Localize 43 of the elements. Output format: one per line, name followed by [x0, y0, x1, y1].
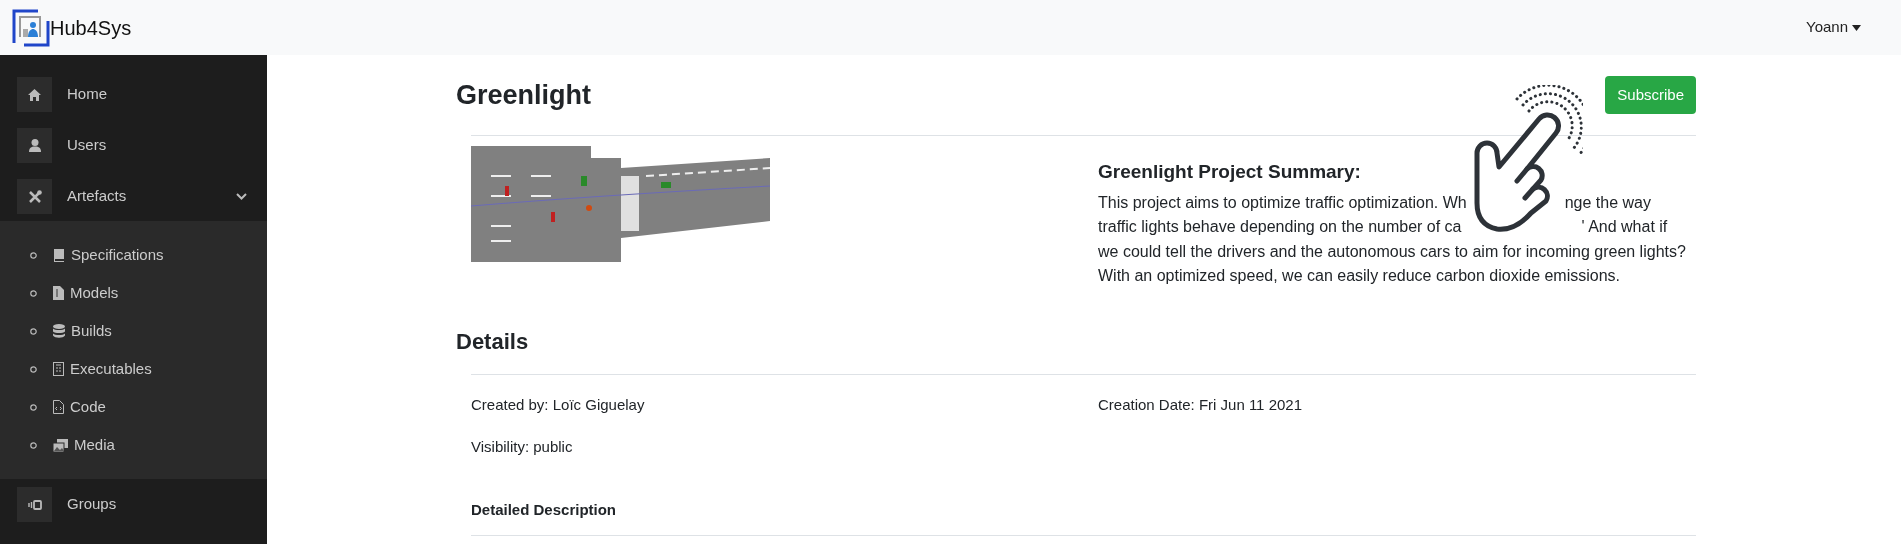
created-by-text: Created by: Loïc Giguelay — [471, 394, 646, 415]
database-icon — [53, 324, 65, 338]
bullet-icon — [30, 251, 37, 259]
summary-text: This project aims to optimize traffic optimization. Wh — [1098, 192, 1467, 213]
summary-text: With an optimized speed, we can easily reduce carbon dioxide emissions. — [1098, 266, 1621, 286]
description-heading: Detailed Description — [471, 499, 618, 520]
submenu-item[interactable]: Builds — [0, 312, 267, 350]
images-icon — [53, 438, 68, 452]
code-file-icon — [53, 400, 64, 414]
summary-text: traffic lights behave depending on the number of ca — [1098, 217, 1462, 237]
bullet-icon — [30, 327, 37, 335]
home-icon — [28, 88, 41, 101]
logo-icon — [12, 8, 50, 47]
submenu-item[interactable]: Executables — [0, 350, 267, 388]
summary-text: we could tell the drivers and the autonomous cars to aim for incoming green lights? — [1098, 241, 1686, 262]
visibility-text: Visibility: public — [471, 437, 574, 457]
toggle-icon — [27, 499, 42, 510]
summary-heading: Greenlight Project Summary: — [1098, 160, 1362, 184]
summary-text: nge the way — [1564, 192, 1651, 213]
bullet-icon — [30, 441, 37, 449]
details-heading: Details — [456, 327, 530, 356]
file-icon — [53, 286, 64, 300]
submenu-item[interactable]: Code — [0, 388, 267, 426]
submenu-item[interactable]: Specifications — [0, 236, 267, 274]
brand-link[interactable]: Hub4Sys — [50, 12, 132, 43]
submenu-item[interactable]: Models — [0, 274, 267, 312]
sidebar-item[interactable]: Groups — [0, 479, 267, 530]
bullet-icon — [30, 403, 37, 411]
sidebar-item[interactable]: Home — [0, 69, 267, 120]
calculator-icon — [53, 362, 64, 376]
sidebar-item[interactable]: Artefacts — [0, 171, 267, 222]
user-menu[interactable]: Yoann — [1806, 16, 1861, 39]
user-icon — [28, 139, 41, 152]
caret-icon — [1852, 24, 1861, 31]
sidebar-item[interactable]: Users — [0, 120, 267, 171]
tools-icon — [27, 189, 42, 204]
book-icon — [53, 248, 65, 262]
bullet-icon — [30, 289, 37, 297]
project-title: Greenlight — [456, 78, 591, 112]
submenu-item[interactable]: Media — [0, 426, 267, 464]
summary-text: ' And what if — [1581, 217, 1668, 237]
bullet-icon — [30, 365, 37, 373]
creation-date-text: Creation Date: Fri Jun 11 2021 — [1098, 394, 1302, 415]
